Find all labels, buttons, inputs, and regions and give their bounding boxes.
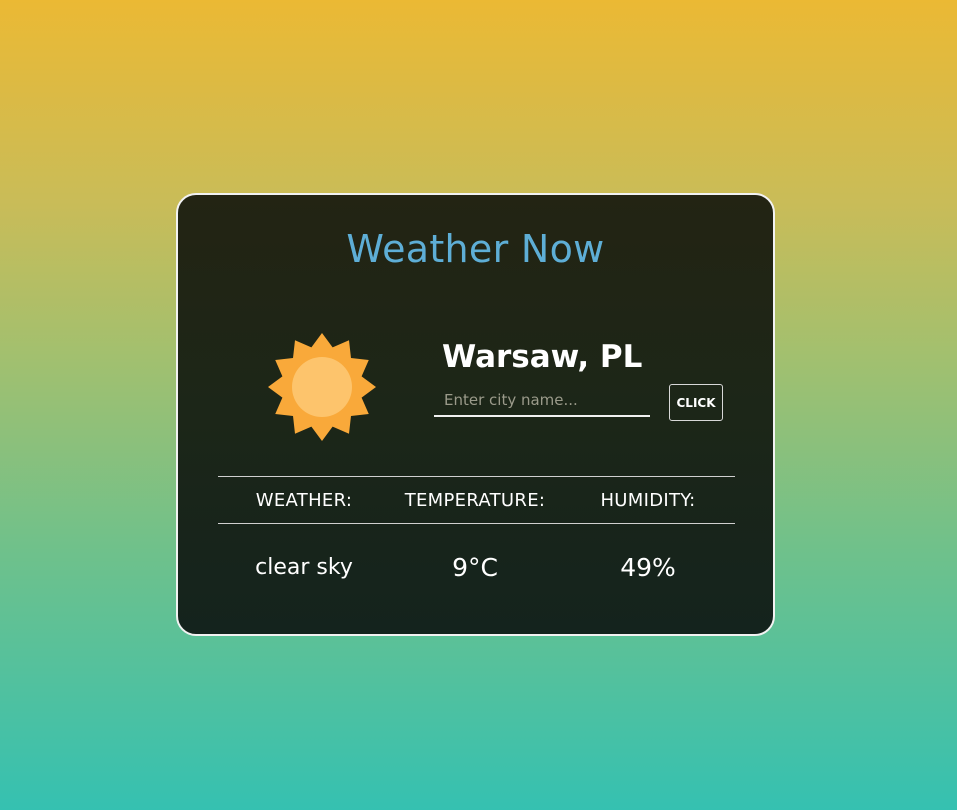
app-title: Weather Now xyxy=(346,227,605,271)
weather-card: Weather Now Warsaw, PL CLICK WEATHER: TE… xyxy=(176,193,775,636)
weather-value: clear sky xyxy=(255,555,353,580)
divider-top xyxy=(218,476,735,477)
temperature-header: TEMPERATURE: xyxy=(404,490,546,511)
weather-header: WEATHER: xyxy=(255,490,353,511)
divider-bottom xyxy=(218,523,735,524)
search-button[interactable]: CLICK xyxy=(669,384,723,421)
sun-icon xyxy=(268,333,376,441)
temperature-value: 9°C xyxy=(452,553,498,582)
city-search-input[interactable] xyxy=(434,385,650,417)
city-name: Warsaw, PL xyxy=(442,339,643,375)
humidity-value: 49% xyxy=(620,553,676,582)
humidity-header: HUMIDITY: xyxy=(600,490,696,511)
